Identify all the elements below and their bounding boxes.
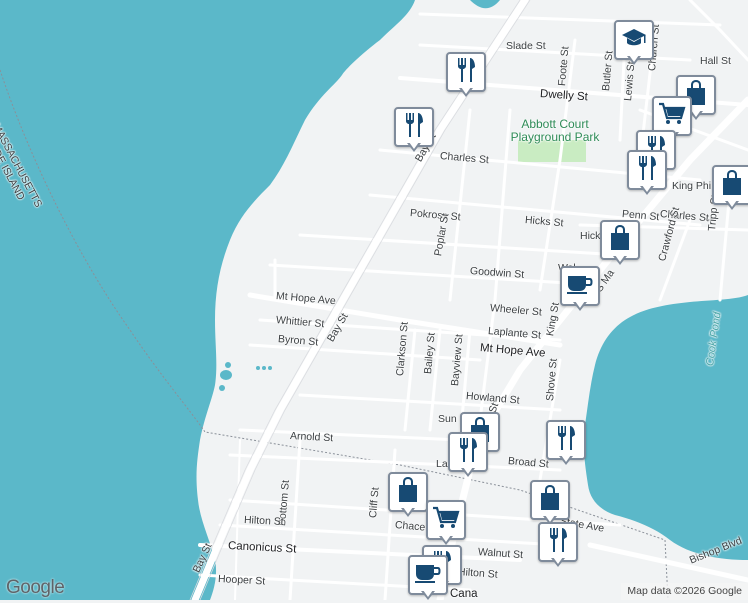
restaurant-marker[interactable] — [446, 52, 486, 100]
cart-icon — [432, 506, 460, 535]
restaurant-icon — [457, 437, 479, 468]
coffee-marker[interactable] — [408, 555, 448, 603]
street-label: Hall St — [700, 55, 731, 67]
cart-marker[interactable] — [426, 500, 466, 548]
restaurant-marker[interactable] — [394, 107, 434, 155]
street-label: Chace — [394, 519, 426, 534]
school-marker[interactable] — [614, 20, 654, 68]
restaurant-marker[interactable] — [538, 522, 578, 570]
restaurant-icon — [455, 57, 477, 88]
street-label: Sun — [438, 413, 457, 425]
map-attribution[interactable]: Map data ©2026 Google — [621, 583, 748, 600]
street-label: Hooper St — [217, 573, 266, 588]
street-label: Slade St — [506, 40, 546, 52]
shopping-marker[interactable] — [712, 165, 748, 213]
restaurant-icon — [403, 112, 425, 143]
shopping-marker[interactable] — [530, 480, 570, 528]
shopping-bag-icon — [609, 224, 631, 256]
restaurant-icon — [636, 155, 658, 186]
restaurant-marker[interactable] — [448, 432, 488, 480]
coffee-icon — [566, 273, 594, 300]
cart-icon — [658, 102, 686, 131]
street-label: Hick — [580, 230, 601, 242]
shopping-bag-icon — [721, 169, 743, 201]
school-icon — [621, 27, 647, 54]
coffee-marker[interactable] — [560, 266, 600, 314]
google-logo[interactable]: Google — [6, 577, 65, 599]
street-label: Arnold St — [289, 430, 334, 445]
park-label: Abbott Court Playground Park — [510, 117, 600, 144]
street-label: La — [436, 458, 448, 470]
restaurant-marker[interactable] — [627, 150, 667, 198]
restaurant-marker[interactable] — [546, 420, 586, 468]
street-label: Hilton St — [243, 514, 284, 529]
shopping-marker[interactable] — [600, 220, 640, 268]
restaurant-icon — [547, 527, 569, 558]
restaurant-icon — [555, 425, 577, 456]
shopping-bag-icon — [539, 484, 561, 516]
shopping-marker[interactable] — [388, 472, 428, 520]
street-label: King Phi — [672, 180, 712, 192]
shopping-bag-icon — [397, 476, 419, 508]
coffee-icon — [414, 562, 442, 589]
